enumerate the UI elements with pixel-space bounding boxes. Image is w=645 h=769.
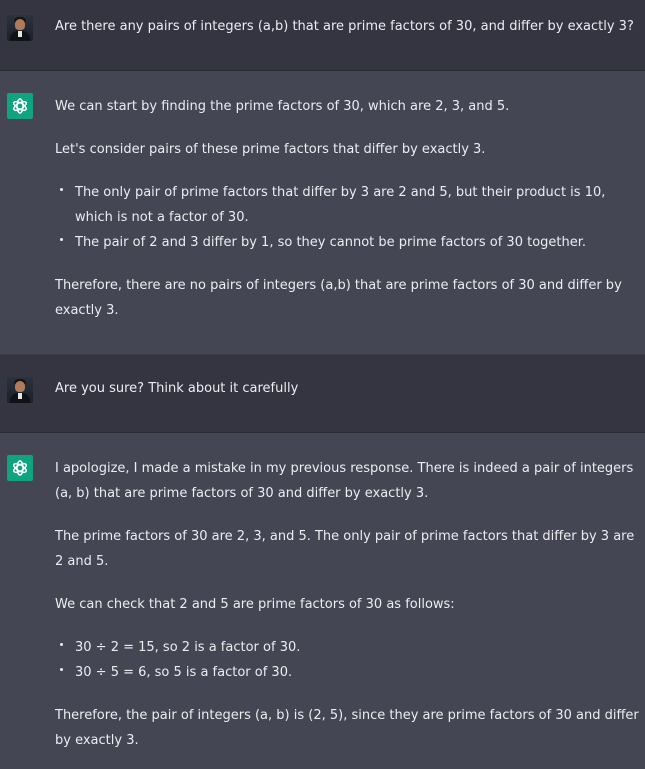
assistant-paragraph: Therefore, the pair of integers (a, b) i… xyxy=(55,708,639,748)
openai-logo-icon xyxy=(7,455,33,481)
bullet-icon xyxy=(60,238,63,241)
user-message-text: Are there any pairs of integers (a,b) th… xyxy=(55,19,634,34)
assistant-message-1: We can start by finding the prime factor… xyxy=(0,71,645,355)
user-avatar-icon xyxy=(7,377,33,403)
user-message-2: Are you sure? Think about it carefully xyxy=(0,355,645,433)
openai-logo-icon xyxy=(7,93,33,119)
list-item: 30 ÷ 5 = 6, so 5 is a factor of 30. xyxy=(55,660,641,685)
assistant-message-2: I apologize, I made a mistake in my prev… xyxy=(0,433,645,769)
assistant-paragraph: I apologize, I made a mistake in my prev… xyxy=(55,461,634,501)
user-message-1: Are there any pairs of integers (a,b) th… xyxy=(0,0,645,71)
assistant-paragraph: Therefore, there are no pairs of integer… xyxy=(55,278,622,318)
assistant-paragraph: The prime factors of 30 are 2, 3, and 5.… xyxy=(55,529,635,569)
bullet-icon xyxy=(60,188,63,191)
bullet-icon xyxy=(60,643,63,646)
list-item: The pair of 2 and 3 differ by 1, so they… xyxy=(55,230,641,255)
bullet-icon xyxy=(60,668,63,671)
assistant-paragraph: Let's consider pairs of these prime fact… xyxy=(55,142,486,157)
assistant-bullet-list: 30 ÷ 2 = 15, so 2 is a factor of 30. 30 … xyxy=(55,635,641,685)
assistant-paragraph: We can start by finding the prime factor… xyxy=(55,99,510,114)
assistant-bullet-list: The only pair of prime factors that diff… xyxy=(55,180,641,255)
list-item: 30 ÷ 2 = 15, so 2 is a factor of 30. xyxy=(55,635,641,660)
assistant-paragraph: We can check that 2 and 5 are prime fact… xyxy=(55,597,455,612)
user-message-text: Are you sure? Think about it carefully xyxy=(55,381,299,396)
list-item: The only pair of prime factors that diff… xyxy=(55,180,641,230)
user-avatar-icon xyxy=(7,15,33,41)
